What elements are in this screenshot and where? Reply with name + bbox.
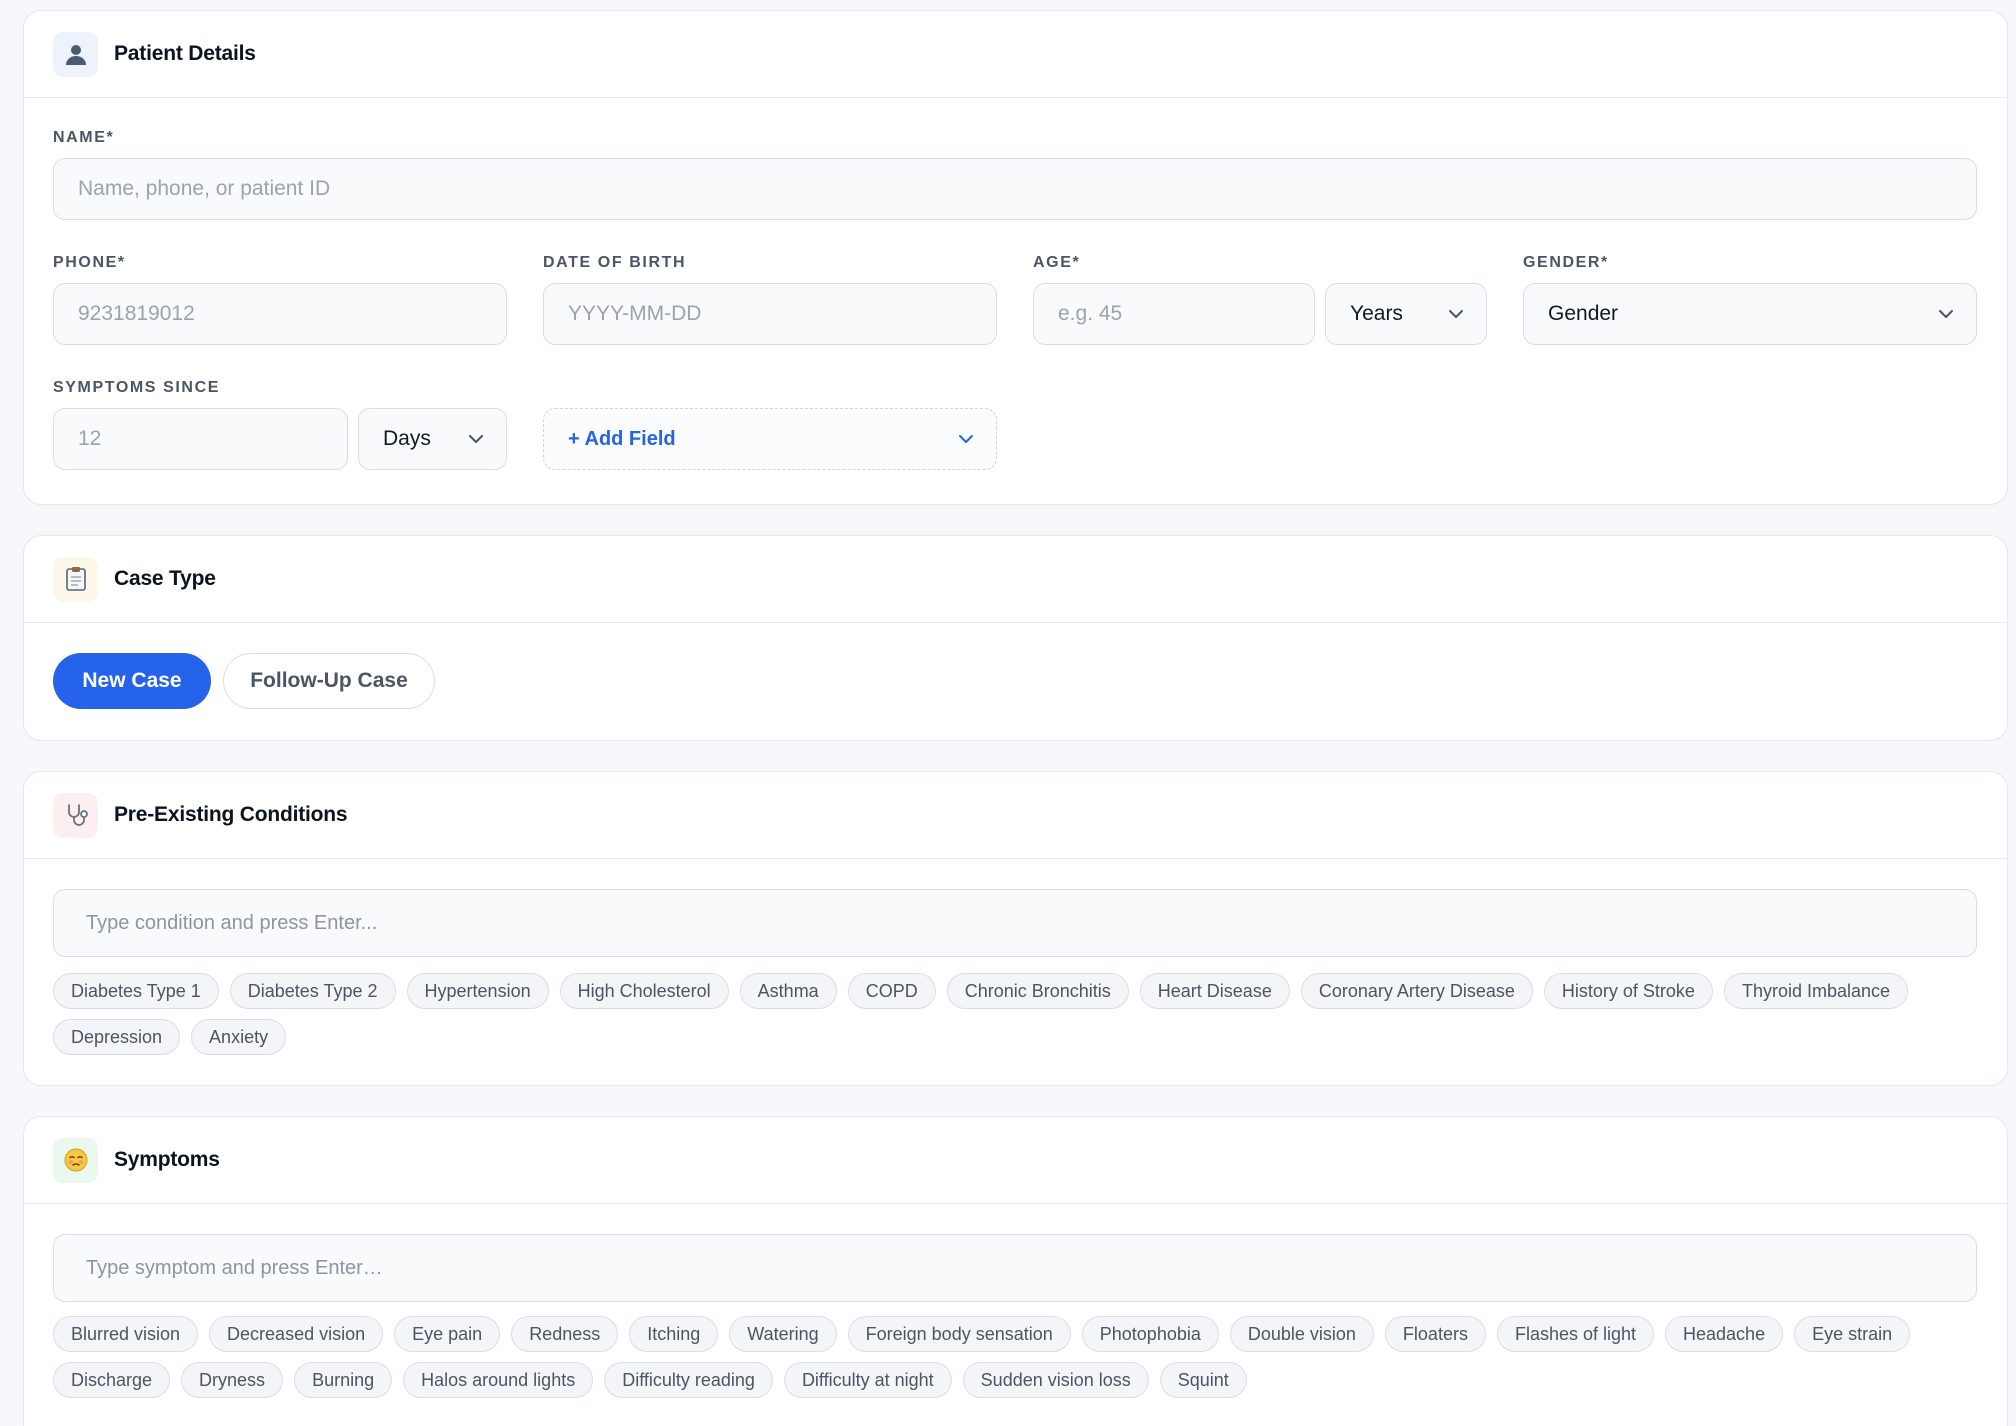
gender-label: GENDER* (1523, 254, 1609, 271)
gender-value: Gender (1548, 302, 1619, 325)
chip[interactable]: Dryness (181, 1362, 284, 1398)
chip[interactable]: Blurred vision (53, 1316, 199, 1352)
phone-label: PHONE* (53, 254, 126, 271)
chip[interactable]: Redness (511, 1316, 619, 1352)
dob-input[interactable] (543, 283, 997, 345)
symptom-chip-list: Blurred vision Decreased vision Eye pain Re… (53, 1316, 1977, 1398)
chip[interactable]: Discharge (53, 1362, 171, 1398)
chip[interactable]: Heart Disease (1139, 973, 1290, 1009)
add-field-button[interactable]: + Add Field (543, 408, 997, 470)
chip[interactable]: Photophobia (1081, 1316, 1219, 1352)
chip[interactable]: Diabetes Type 1 (53, 973, 219, 1009)
dob-label: DATE OF BIRTH (543, 254, 687, 271)
chip[interactable]: COPD (847, 973, 936, 1009)
chip[interactable]: Asthma (739, 973, 837, 1009)
chip[interactable]: Itching (629, 1316, 719, 1352)
symptoms-header: Symptoms (24, 1117, 2007, 1204)
user-icon (53, 31, 98, 77)
symptoms-since-unit-select[interactable]: Days (358, 408, 507, 470)
age-label: AGE* (1033, 254, 1081, 271)
chip[interactable]: Depression (53, 1019, 181, 1055)
chip[interactable]: Eye strain (1794, 1316, 1911, 1352)
add-field-label: + Add Field (568, 427, 676, 450)
age-unit-select[interactable]: Years (1325, 283, 1487, 345)
chip[interactable]: Hypertension (406, 973, 549, 1009)
chevron-down-icon (469, 435, 483, 443)
case-type-card: Case Type New Case Follow-Up Case (23, 535, 2008, 741)
chip[interactable]: Floaters (1384, 1316, 1486, 1352)
chip[interactable]: High Cholesterol (559, 973, 729, 1009)
chevron-down-icon (959, 435, 973, 443)
symptoms-card: Symptoms Blurred vision Decreased vision E… (23, 1116, 2008, 1426)
clipboard-icon (53, 556, 98, 602)
chip[interactable]: History of Stroke (1543, 973, 1713, 1009)
symptom-input[interactable] (53, 1234, 1977, 1302)
chip[interactable]: Burning (294, 1362, 393, 1398)
chip[interactable]: Flashes of light (1496, 1316, 1655, 1352)
age-unit-value: Years (1350, 302, 1403, 325)
name-label: NAME* (53, 129, 115, 146)
chevron-down-icon (1449, 310, 1463, 318)
chip[interactable]: Difficulty at night (783, 1362, 952, 1398)
conditions-header: Pre-Existing Conditions (24, 772, 2007, 859)
chevron-down-icon (1939, 310, 1953, 318)
symptoms-since-label: SYMPTOMS SINCE (53, 379, 221, 396)
chip[interactable]: Halos around lights (403, 1362, 594, 1398)
chip[interactable]: Eye pain (394, 1316, 501, 1352)
chip[interactable]: Anxiety (191, 1019, 287, 1055)
follow-up-case-button[interactable]: Follow-Up Case (223, 653, 435, 709)
chip[interactable]: Double vision (1229, 1316, 1374, 1352)
symptoms-since-input[interactable] (53, 408, 348, 470)
sick-face-icon (53, 1137, 98, 1183)
gender-select[interactable]: Gender (1523, 283, 1977, 345)
age-input[interactable] (1033, 283, 1315, 345)
chip[interactable]: Sudden vision loss (962, 1362, 1149, 1398)
new-case-button[interactable]: New Case (53, 653, 211, 709)
patient-details-card: Patient Details NAME* PHONE* DATE OF BIR… (23, 10, 2008, 505)
chip[interactable]: Decreased vision (209, 1316, 384, 1352)
patient-details-header: Patient Details (24, 11, 2007, 98)
chip[interactable]: Squint (1159, 1362, 1247, 1398)
case-type-title: Case Type (114, 567, 216, 590)
condition-input[interactable] (53, 889, 1977, 957)
conditions-card: Pre-Existing Conditions Diabetes Type 1D… (23, 771, 2008, 1086)
chip[interactable]: Diabetes Type 2 (229, 973, 396, 1009)
stethoscope-icon (53, 792, 98, 838)
condition-chip-list: Diabetes Type 1 Diabetes Type 2 Hypertensi… (53, 973, 1977, 1055)
conditions-title: Pre-Existing Conditions (114, 803, 348, 826)
chip[interactable]: Chronic Bronchitis (946, 973, 1129, 1009)
chip[interactable]: Headache (1665, 1316, 1784, 1352)
patient-details-title: Patient Details (114, 42, 256, 65)
chip[interactable]: Coronary Artery Disease (1300, 973, 1533, 1009)
chip[interactable]: Thyroid Imbalance (1723, 973, 1909, 1009)
phone-input[interactable] (53, 283, 507, 345)
chip[interactable]: Watering (729, 1316, 837, 1352)
name-input[interactable] (53, 158, 1977, 220)
case-type-header: Case Type (24, 536, 2007, 623)
chip[interactable]: Foreign body sensation (847, 1316, 1071, 1352)
symptoms-title: Symptoms (114, 1148, 220, 1171)
chip[interactable]: Difficulty reading (604, 1362, 773, 1398)
symptoms-since-unit-value: Days (383, 427, 431, 450)
